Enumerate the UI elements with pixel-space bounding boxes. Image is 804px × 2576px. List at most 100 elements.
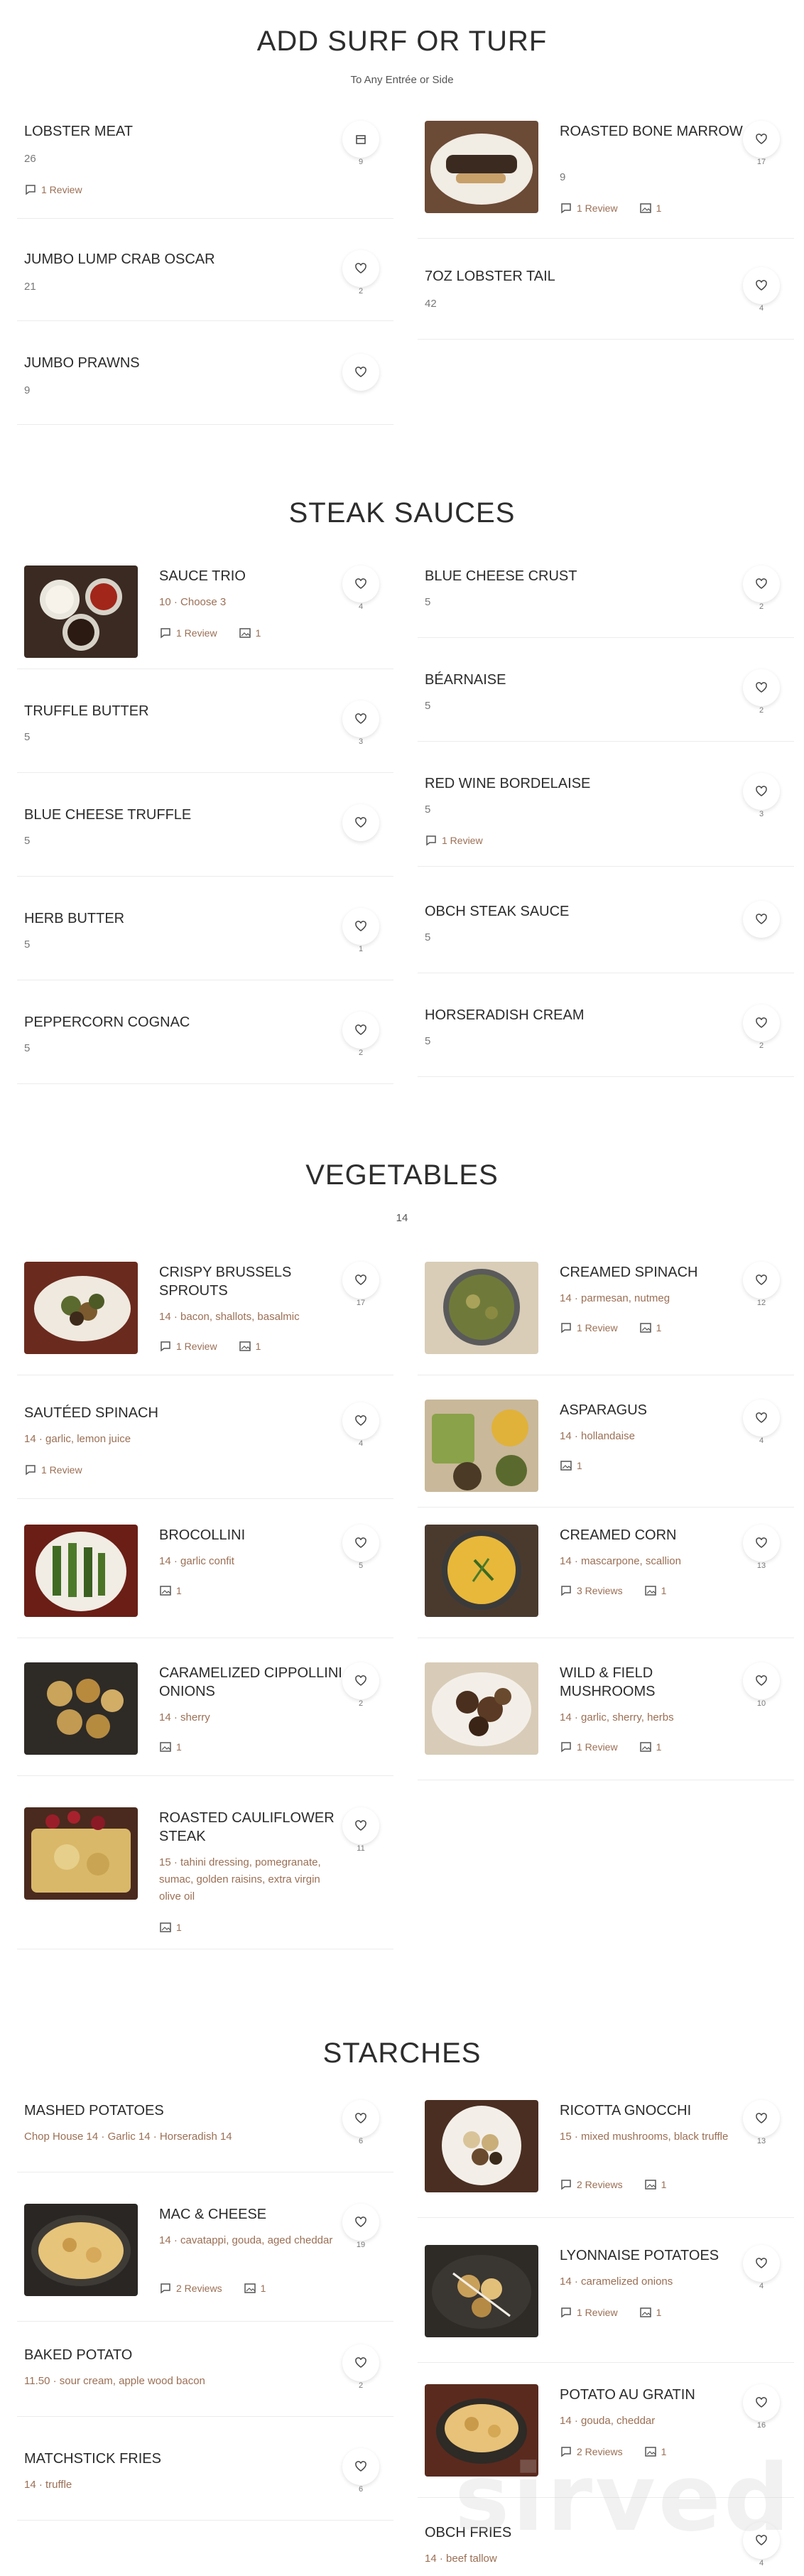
favorite-button[interactable]: 2 bbox=[342, 1662, 379, 1711]
item-reviews[interactable]: 1 Review 1 bbox=[159, 627, 261, 639]
item-photo[interactable] bbox=[24, 2204, 138, 2296]
favorite-button[interactable]: 4 bbox=[342, 565, 379, 614]
menu-item-lobster-meat[interactable]: LOBSTER MEAT 26 1 Review 9 bbox=[17, 114, 393, 219]
menu-item-crispy-brussels-sprouts[interactable]: CRISPY BRUSSELS SPROUTS 14 · bacon, shal… bbox=[17, 1255, 393, 1375]
favorite-button[interactable]: 2 bbox=[342, 250, 379, 298]
item-photo[interactable] bbox=[24, 565, 138, 658]
favorite-button[interactable]: 4 bbox=[342, 1402, 379, 1451]
menu-item-lyonnaise-potatoes[interactable]: LYONNAISE POTATOES 14 · caramelized onio… bbox=[418, 2238, 794, 2363]
favorite-button[interactable]: 17 bbox=[342, 1262, 379, 1310]
menu-item-jumbo-prawns[interactable]: JUMBO PRAWNS 9 bbox=[17, 345, 393, 425]
menu-item-lobster-tail[interactable]: 7OZ LOBSTER TAIL 42 4 bbox=[418, 259, 794, 340]
favorite-button[interactable]: 16 bbox=[743, 2384, 780, 2432]
menu-item-brocollini[interactable]: BROCOLLINI 14 · garlic confit 1 5 bbox=[17, 1517, 393, 1638]
favorite-count: 2 bbox=[358, 287, 364, 296]
item-reviews[interactable]: 2 Reviews 1 bbox=[560, 2178, 666, 2191]
item-photos[interactable]: 1 bbox=[159, 1584, 182, 1597]
favorite-button[interactable]: 2 bbox=[743, 565, 780, 614]
review-count: 1 Review bbox=[176, 627, 217, 639]
favorite-button[interactable]: 2 bbox=[342, 1012, 379, 1060]
menu-item-sauce-trio[interactable]: SAUCE TRIO 10 · Choose 3 1 Review 1 4 bbox=[17, 558, 393, 669]
section-title-vegetables: VEGETABLES bbox=[305, 1159, 499, 1191]
favorite-button[interactable]: 12 bbox=[743, 1262, 780, 1310]
review-count: 1 Review bbox=[176, 1341, 217, 1352]
favorite-button[interactable]: 6 bbox=[342, 2448, 379, 2496]
menu-item-mashed-potatoes[interactable]: MASHED POTATOES Chop House 14 · Garlic 1… bbox=[17, 2093, 393, 2172]
menu-item-blue-cheese-truffle[interactable]: BLUE CHEESE TRUFFLE 5 bbox=[17, 797, 393, 877]
menu-item-red-wine-bordelaise[interactable]: RED WINE BORDELAISE 5 1 Review 3 bbox=[418, 766, 794, 867]
item-reviews[interactable]: 2 Reviews 1 bbox=[159, 2282, 266, 2295]
heart-icon bbox=[756, 1412, 767, 1423]
favorite-button[interactable] bbox=[342, 804, 379, 853]
item-photo[interactable] bbox=[425, 2245, 538, 2337]
menu-item-herb-butter[interactable]: HERB BUTTER 5 1 bbox=[17, 901, 393, 980]
favorite-button[interactable]: 10 bbox=[743, 1662, 780, 1711]
comment-icon bbox=[161, 628, 170, 639]
favorite-button[interactable]: 9 bbox=[342, 121, 379, 169]
item-photo[interactable] bbox=[425, 1400, 538, 1492]
item-name: JUMBO PRAWNS bbox=[24, 355, 140, 371]
menu-item-matchstick-fries[interactable]: MATCHSTICK FRIES 14 · truffle 6 bbox=[17, 2441, 393, 2521]
favorite-button[interactable]: 5 bbox=[342, 1525, 379, 1573]
menu-item-caramelized-cippollini-onions[interactable]: CARAMELIZED CIPPOLLINI ONIONS 14 · sherr… bbox=[17, 1655, 393, 1776]
item-reviews[interactable]: 1 Review bbox=[425, 834, 483, 847]
menu-item-roasted-cauliflower-steak[interactable]: ROASTED CAULIFLOWER STEAK 15 · tahini dr… bbox=[17, 1800, 393, 1949]
item-photo[interactable] bbox=[425, 1262, 538, 1354]
menu-item-obch-steak-sauce[interactable]: OBCH STEAK SAUCE 5 bbox=[418, 894, 794, 973]
menu-item-sauteed-spinach[interactable]: SAUTÉED SPINACH 14 · garlic, lemon juice… bbox=[17, 1395, 393, 1499]
item-reviews[interactable]: 1 Review 1 bbox=[159, 1340, 261, 1353]
item-photo[interactable] bbox=[24, 1662, 138, 1755]
item-reviews[interactable]: 1 Review 1 bbox=[560, 2306, 661, 2319]
favorite-button[interactable]: 11 bbox=[342, 1807, 379, 1856]
favorite-button[interactable]: 2 bbox=[342, 2344, 379, 2393]
item-name: MATCHSTICK FRIES bbox=[24, 2451, 161, 2467]
menu-item-mac-cheese[interactable]: MAC & CHEESE 14 · cavatappi, gouda, aged… bbox=[17, 2197, 393, 2322]
menu-item-peppercorn-cognac[interactable]: PEPPERCORN COGNAC 5 2 bbox=[17, 1005, 393, 1084]
heart-icon bbox=[756, 786, 767, 796]
item-photo[interactable] bbox=[24, 1262, 138, 1354]
item-reviews[interactable]: 1 Review 1 bbox=[560, 202, 661, 215]
menu-item-horseradish-cream[interactable]: HORSERADISH CREAM 5 2 bbox=[418, 997, 794, 1077]
favorite-button[interactable]: 4 bbox=[743, 267, 780, 315]
item-reviews[interactable]: 1 Review bbox=[24, 183, 82, 196]
favorite-button[interactable]: 3 bbox=[743, 773, 780, 821]
menu-item-baked-potato[interactable]: BAKED POTATO 11.50 · sour cream, apple w… bbox=[17, 2337, 393, 2417]
favorite-button[interactable]: 6 bbox=[342, 2100, 379, 2148]
favorite-button[interactable]: 17 bbox=[743, 121, 780, 169]
item-photos[interactable]: 1 bbox=[560, 1459, 582, 1472]
menu-item-creamed-spinach[interactable]: CREAMED SPINACH 14 · parmesan, nutmeg 1 … bbox=[418, 1255, 794, 1375]
item-photos[interactable]: 1 bbox=[159, 1921, 182, 1934]
menu-item-ricotta-gnocchi[interactable]: RICOTTA GNOCCHI 15 · mixed mushrooms, bl… bbox=[418, 2093, 794, 2218]
item-reviews[interactable]: 1 Review 1 bbox=[560, 1741, 661, 1753]
item-reviews[interactable]: 1 Review 1 bbox=[560, 1321, 661, 1334]
menu-item-blue-cheese-crust[interactable]: BLUE CHEESE CRUST 5 2 bbox=[418, 558, 794, 638]
favorite-button[interactable]: 2 bbox=[743, 669, 780, 718]
favorite-button[interactable]: 4 bbox=[743, 1400, 780, 1448]
menu-item-wild-field-mushrooms[interactable]: WILD & FIELD MUSHROOMS 14 · garlic, sher… bbox=[418, 1655, 794, 1780]
favorite-button[interactable]: 19 bbox=[342, 2204, 379, 2252]
item-photo[interactable] bbox=[24, 1525, 138, 1617]
favorite-button[interactable] bbox=[342, 354, 379, 402]
item-photo[interactable] bbox=[425, 1525, 538, 1617]
favorite-button[interactable]: 13 bbox=[743, 2100, 780, 2148]
item-photo[interactable] bbox=[24, 1807, 138, 1900]
menu-item-asparagus[interactable]: ASPARAGUS 14 · hollandaise 1 4 bbox=[418, 1392, 794, 1508]
favorite-button[interactable]: 4 bbox=[743, 2245, 780, 2293]
favorite-button[interactable]: 3 bbox=[342, 700, 379, 749]
favorite-button[interactable]: 13 bbox=[743, 1525, 780, 1573]
menu-item-creamed-corn[interactable]: CREAMED CORN 14 · mascarpone, scallion 3… bbox=[418, 1517, 794, 1638]
item-photos[interactable]: 1 bbox=[159, 1741, 182, 1753]
heart-icon bbox=[355, 1820, 366, 1831]
item-photo[interactable] bbox=[425, 2100, 538, 2192]
favorite-button[interactable]: 2 bbox=[743, 1005, 780, 1053]
favorite-button[interactable] bbox=[743, 901, 780, 949]
menu-item-bearnaise[interactable]: BÉARNAISE 5 2 bbox=[418, 662, 794, 742]
item-reviews[interactable]: 1 Review bbox=[24, 1463, 82, 1476]
menu-item-jumbo-lump-crab-oscar[interactable]: JUMBO LUMP CRAB OSCAR 21 2 bbox=[17, 242, 393, 321]
item-reviews[interactable]: 3 Reviews 1 bbox=[560, 1584, 666, 1597]
menu-item-truffle-butter[interactable]: TRUFFLE BUTTER 5 3 bbox=[17, 693, 393, 773]
item-photo[interactable] bbox=[425, 1662, 538, 1755]
item-photo[interactable] bbox=[425, 121, 538, 213]
favorite-button[interactable]: 1 bbox=[342, 908, 379, 956]
menu-item-roasted-bone-marrow[interactable]: ROASTED BONE MARROW 9 1 Review 1 17 bbox=[418, 114, 794, 239]
